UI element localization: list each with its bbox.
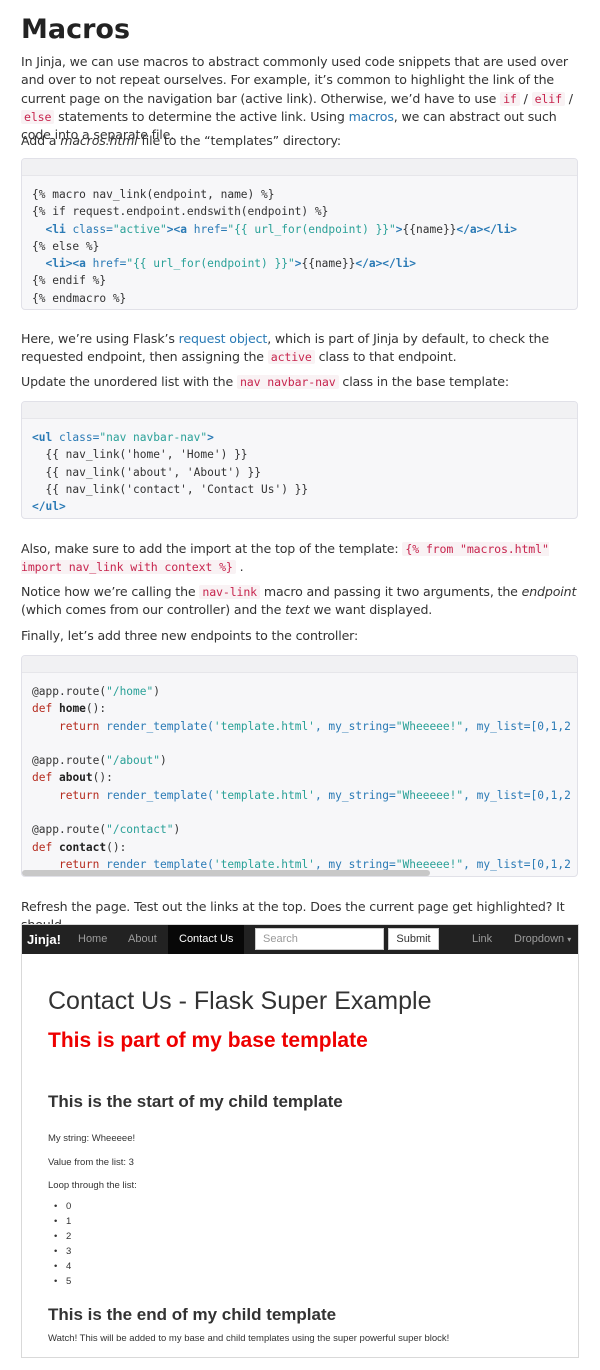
text: class in the base template: xyxy=(338,374,509,389)
emphasis: endpoint xyxy=(521,584,577,599)
code-else: else xyxy=(21,109,55,124)
code-nav-class: nav navbar-nav xyxy=(236,375,339,389)
demo-search-input[interactable]: Search xyxy=(255,928,384,950)
demo-child-start: This is the start of my child template xyxy=(48,1092,343,1111)
code-toolbar xyxy=(22,159,577,176)
code-toolbar xyxy=(22,402,577,419)
update-paragraph: Update the unordered list with the nav n… xyxy=(21,373,581,391)
list-item: 5 xyxy=(48,1274,71,1289)
notice-paragraph: Notice how we’re calling the nav-link ma… xyxy=(21,583,581,620)
request-object-link[interactable]: request object xyxy=(179,331,268,346)
list-item: 2 xyxy=(48,1229,71,1244)
dropdown-label: Dropdown xyxy=(514,933,565,945)
text: Here, we’re using Flask’s xyxy=(21,331,179,346)
list-item: 0 xyxy=(48,1199,71,1214)
code-controller: @app.route("/home") def home(): return r… xyxy=(32,685,571,871)
separator: / xyxy=(519,90,532,106)
demo-title: Contact Us - Flask Super Example xyxy=(48,987,432,1015)
also-paragraph: Also, make sure to add the import at the… xyxy=(21,540,581,577)
text: Notice how we’re calling the xyxy=(21,584,200,599)
text: class to that endpoint. xyxy=(314,349,457,365)
intro-text: statements to determine the active link.… xyxy=(54,108,349,124)
demo-nav-link[interactable]: Link xyxy=(472,925,492,954)
demo-brand[interactable]: Jinja! xyxy=(27,925,61,954)
demo-nav-contact[interactable]: Contact Us xyxy=(168,925,245,954)
code-active: active xyxy=(267,350,315,365)
demo-child-end: This is the end of my child template xyxy=(48,1305,337,1324)
list-item: 1 xyxy=(48,1214,71,1229)
demo-nav-about[interactable]: About xyxy=(128,925,157,954)
demo-loop-label: Loop through the list: xyxy=(48,1180,137,1191)
text: Add a xyxy=(21,133,61,148)
add-file-paragraph: Add a macros.html file to the “templates… xyxy=(21,132,581,150)
text: Update the unordered list with the xyxy=(21,374,237,389)
demo-navbar: Jinja! Home About Contact Us Search Subm… xyxy=(22,925,578,954)
list-item: 4 xyxy=(48,1259,71,1274)
caret-down-icon: ▾ xyxy=(567,935,572,944)
horizontal-scrollbar[interactable] xyxy=(22,870,430,876)
demo-screenshot: Jinja! Home About Contact Us Search Subm… xyxy=(21,924,579,1358)
section-heading: Macros xyxy=(21,14,131,45)
code-if: if xyxy=(500,91,520,106)
intro-text: In Jinja, we can use macros to abstract … xyxy=(21,54,568,106)
demo-value: Value from the list: 3 xyxy=(48,1157,134,1168)
demo-nav-home[interactable]: Home xyxy=(78,925,107,954)
text: macro and passing it two arguments, the xyxy=(260,584,522,599)
code-macros: {% macro nav_link(endpoint, name) %} {% … xyxy=(32,188,518,305)
file-name: macros.html xyxy=(60,133,138,148)
demo-watch: Watch! This will be added to my base and… xyxy=(48,1333,450,1344)
code-block-navbar: <ul class="nav navbar-nav"> {{ nav_link(… xyxy=(21,401,578,519)
page: Macros In Jinja, we can use macros to ab… xyxy=(0,0,600,1370)
code-block-controller: @app.route("/home") def home(): return r… xyxy=(21,655,578,877)
text: file to the “templates” directory: xyxy=(137,133,342,148)
code-nav-link: nav-link xyxy=(199,585,261,599)
emphasis: text xyxy=(285,602,310,618)
text: we want displayed. xyxy=(309,602,433,618)
separator: / xyxy=(564,90,573,106)
intro-paragraph: In Jinja, we can use macros to abstract … xyxy=(21,53,581,144)
demo-nav-dropdown[interactable]: Dropdown ▾ xyxy=(514,925,571,954)
code-elif: elif xyxy=(531,91,565,106)
demo-list: 0 1 2 3 4 5 xyxy=(48,1199,71,1289)
text: Also, make sure to add the import at the… xyxy=(21,541,403,556)
demo-my-string: My string: Wheeeee! xyxy=(48,1133,136,1144)
text: . xyxy=(235,559,244,575)
finally-paragraph: Finally, let’s add three new endpoints t… xyxy=(21,628,359,643)
here-paragraph: Here, we’re using Flask’s request object… xyxy=(21,330,581,367)
list-item: 3 xyxy=(48,1244,71,1259)
macros-link[interactable]: macros xyxy=(349,109,394,124)
code-toolbar xyxy=(22,656,577,673)
code-navbar: <ul class="nav navbar-nav"> {{ nav_link(… xyxy=(32,431,309,514)
demo-base-template-text: This is part of my base template xyxy=(48,1029,368,1052)
code-block-macros: {% macro nav_link(endpoint, name) %} {% … xyxy=(21,158,578,310)
text: (which comes from our controller) and th… xyxy=(21,602,286,618)
demo-submit-button[interactable]: Submit xyxy=(388,928,439,950)
